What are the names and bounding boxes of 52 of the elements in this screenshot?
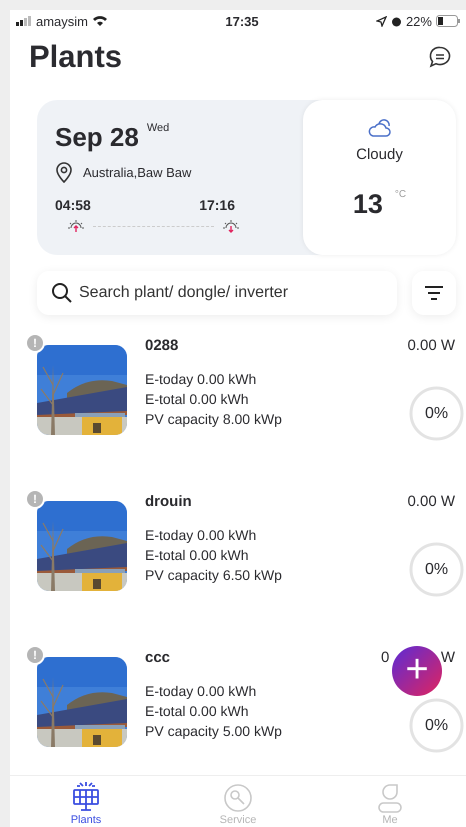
sunset-icon xyxy=(222,219,240,233)
nav-tab[interactable]: Plants xyxy=(10,776,162,827)
progress-ring: 0% xyxy=(409,542,464,597)
add-button[interactable]: + xyxy=(392,646,442,696)
person-icon xyxy=(377,783,403,813)
alert-badge: ! xyxy=(25,333,45,353)
progress-ring: 0% xyxy=(409,698,464,753)
weather-condition: Cloudy xyxy=(356,146,403,163)
temperature-value: 13 xyxy=(352,189,383,220)
plant-stat: PV capacity 8.00 kWp xyxy=(145,411,282,427)
filter-button[interactable] xyxy=(412,271,456,315)
weekday-text: Wed xyxy=(146,122,170,134)
plant-power-unit: W xyxy=(440,649,455,666)
plant-name: drouin xyxy=(145,493,192,510)
plant-power: 0.00 W xyxy=(407,337,455,354)
alert-badge: ! xyxy=(25,489,45,509)
status-time: 17:35 xyxy=(225,14,259,28)
temperature-unit: °C xyxy=(394,189,406,200)
plant-stat: E-today 0.00 kWh xyxy=(145,371,258,387)
filter-icon xyxy=(424,286,444,300)
plant-stat: E-total 0.00 kWh xyxy=(145,391,250,407)
sunrise-time: 04:58 xyxy=(55,197,91,213)
location-text: Australia,Baw Baw xyxy=(83,164,192,180)
location-arrow-icon xyxy=(376,16,387,26)
alert-badge: ! xyxy=(25,645,45,665)
plant-name: ccc xyxy=(145,649,170,666)
search-input[interactable]: Search plant/ dongle/ inverter xyxy=(77,283,397,303)
search-icon xyxy=(51,282,73,304)
plant-stat: E-total 0.00 kWh xyxy=(145,703,250,719)
plant-stat: E-today 0.00 kWh xyxy=(145,527,258,543)
battery-icon xyxy=(436,15,460,27)
chat-icon[interactable] xyxy=(428,45,452,69)
plant-stat: E-total 0.00 kWh xyxy=(145,547,250,563)
page-title: Plants xyxy=(29,39,122,75)
plant-power: 0 xyxy=(381,649,390,666)
cloud-icon xyxy=(366,118,392,138)
location-pin-icon xyxy=(55,161,73,183)
sunset-time: 17:16 xyxy=(199,197,235,213)
carrier-name: amaysim xyxy=(36,14,88,28)
plant-power: 0.00 W xyxy=(407,493,455,510)
solar-panel-icon xyxy=(71,781,101,813)
plant-stat: PV capacity 5.00 kWp xyxy=(145,723,282,739)
wifi-icon xyxy=(92,15,108,27)
search-field[interactable]: Search plant/ dongle/ inverter xyxy=(37,271,397,315)
battery-percent: 22% xyxy=(406,14,432,28)
plant-stat: PV capacity 6.50 kWp xyxy=(145,567,282,583)
signal-icon xyxy=(16,16,32,26)
sunrise-icon xyxy=(67,219,85,233)
plant-stat: E-today 0.00 kWh xyxy=(145,683,258,699)
plant-name: 0288 xyxy=(145,337,178,354)
progress-ring: 0% xyxy=(409,386,464,441)
date-text: Sep 28 xyxy=(55,122,139,153)
